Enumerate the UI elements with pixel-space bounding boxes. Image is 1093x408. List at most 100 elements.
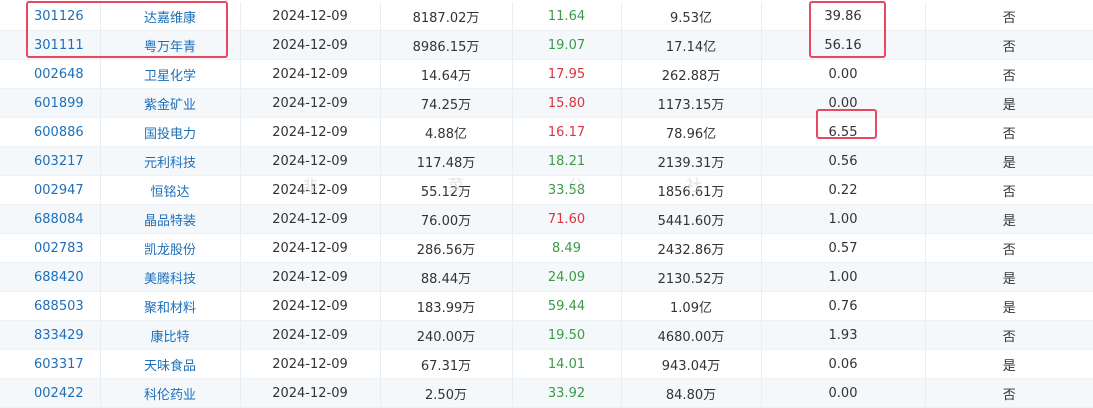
stock-name-link[interactable]: 卫星化学 [144, 69, 196, 84]
cell-col5: 19.50 [512, 320, 622, 350]
cell-col5: 71.60 [512, 204, 622, 234]
cell-stock-name[interactable]: 晶品特装 [100, 204, 241, 234]
cell-stock-name[interactable]: 元利科技 [100, 146, 241, 176]
cell-col5: 11.64 [512, 2, 622, 31]
stock-name-link[interactable]: 美腾科技 [144, 272, 196, 287]
stock-name-link[interactable]: 聚和材料 [144, 301, 196, 316]
table-row[interactable]: 688420 美腾科技 2024-12-09 88.44万 24.09 2130.52万 1… [0, 262, 1093, 292]
stock-name-link[interactable]: 凯龙股份 [144, 243, 196, 258]
cell-stock-name[interactable]: 天味食品 [100, 349, 241, 379]
cell-stock-name[interactable]: 恒铭达 [100, 175, 241, 205]
cell-col7: 0.00 [761, 59, 926, 89]
cell-stock-name[interactable]: 紫金矿业 [100, 88, 241, 118]
cell-col4: 67.31万 [380, 349, 513, 379]
cell-date: 2024-12-09 [240, 204, 381, 234]
cell-stock-code[interactable]: 301126 [0, 2, 101, 31]
cell-col8: 是 [925, 349, 1093, 379]
cell-stock-code[interactable]: 301111 [0, 30, 101, 60]
cell-col7: 0.76 [761, 291, 926, 321]
cell-stock-code[interactable]: 688084 [0, 204, 101, 234]
cell-stock-code[interactable]: 002783 [0, 233, 101, 263]
stock-name-link[interactable]: 达嘉维康 [144, 11, 196, 26]
stock-code-link[interactable]: 833429 [34, 328, 84, 343]
stock-code-link[interactable]: 601899 [34, 96, 84, 111]
table-row[interactable]: 603217 元利科技 2024-12-09 117.48万 18.21 2139.31万… [0, 146, 1093, 176]
cell-col7: 1.93 [761, 320, 926, 350]
cell-col8: 是 [925, 146, 1093, 176]
cell-stock-code[interactable]: 002422 [0, 378, 101, 408]
cell-col8: 否 [925, 2, 1093, 31]
cell-col5: 17.95 [512, 59, 622, 89]
cell-stock-code[interactable]: 002648 [0, 59, 101, 89]
cell-col6: 1856.61万 [621, 175, 762, 205]
stock-name-link[interactable]: 晶品特装 [144, 214, 196, 229]
cell-col8: 否 [925, 175, 1093, 205]
cell-col7: 56.16 [761, 30, 926, 60]
cell-col4: 4.88亿 [380, 117, 513, 147]
stock-code-link[interactable]: 603317 [34, 357, 84, 372]
stock-name-link[interactable]: 元利科技 [144, 156, 196, 171]
stock-code-link[interactable]: 603217 [34, 154, 84, 169]
cell-col7: 0.06 [761, 349, 926, 379]
cell-stock-name[interactable]: 卫星化学 [100, 59, 241, 89]
cell-stock-name[interactable]: 美腾科技 [100, 262, 241, 292]
cell-stock-name[interactable]: 康比特 [100, 320, 241, 350]
cell-col7: 1.00 [761, 262, 926, 292]
stock-code-link[interactable]: 301126 [34, 9, 84, 24]
cell-stock-code[interactable]: 601899 [0, 88, 101, 118]
table-row[interactable]: 002947 恒铭达 2024-12-09 55.12万 33.58 1856.61万 0.… [0, 175, 1093, 205]
cell-col8: 是 [925, 204, 1093, 234]
cell-stock-name[interactable]: 聚和材料 [100, 291, 241, 321]
cell-stock-name[interactable]: 国投电力 [100, 117, 241, 147]
stock-code-link[interactable]: 688503 [34, 299, 84, 314]
cell-col6: 2139.31万 [621, 146, 762, 176]
stock-name-link[interactable]: 恒铭达 [150, 185, 189, 200]
cell-stock-code[interactable]: 688420 [0, 262, 101, 292]
cell-stock-code[interactable]: 603317 [0, 349, 101, 379]
stock-code-link[interactable]: 002947 [34, 183, 84, 198]
cell-col6: 4680.00万 [621, 320, 762, 350]
cell-col7: 0.00 [761, 88, 926, 118]
stock-code-link[interactable]: 002648 [34, 67, 84, 82]
table-row[interactable]: 002648 卫星化学 2024-12-09 14.64万 17.95 262.88万 0.… [0, 59, 1093, 89]
cell-stock-code[interactable]: 002947 [0, 175, 101, 205]
table-row[interactable]: 002422 科伦药业 2024-12-09 2.50万 33.92 84.80万 0.00… [0, 378, 1093, 408]
cell-col7: 1.00 [761, 204, 926, 234]
stock-code-link[interactable]: 002783 [34, 241, 84, 256]
table-row[interactable]: 601899 紫金矿业 2024-12-09 74.25万 15.80 1173.15万 0… [0, 88, 1093, 118]
stock-name-link[interactable]: 天味食品 [144, 359, 196, 374]
cell-stock-name[interactable]: 科伦药业 [100, 378, 241, 408]
table-row[interactable]: 600886 国投电力 2024-12-09 4.88亿 16.17 78.96亿 6.55… [0, 117, 1093, 147]
table-row[interactable]: 301126 达嘉维康 2024-12-09 8187.02万 11.64 9.53亿 39… [0, 2, 1093, 31]
table-row[interactable]: 688503 聚和材料 2024-12-09 183.99万 59.44 1.09亿 0.7… [0, 291, 1093, 321]
cell-col7: 0.22 [761, 175, 926, 205]
stock-code-link[interactable]: 688084 [34, 212, 84, 227]
stock-code-link[interactable]: 002422 [34, 386, 84, 401]
cell-col7: 0.00 [761, 378, 926, 408]
cell-stock-name[interactable]: 达嘉维康 [100, 2, 241, 31]
table-row[interactable]: 301111 粤万年青 2024-12-09 8986.15万 19.07 17.14亿 5… [0, 30, 1093, 60]
cell-col8: 否 [925, 59, 1093, 89]
stock-name-link[interactable]: 紫金矿业 [144, 98, 196, 113]
cell-stock-code[interactable]: 688503 [0, 291, 101, 321]
stock-code-link[interactable]: 600886 [34, 125, 84, 140]
stock-name-link[interactable]: 粤万年青 [144, 40, 196, 55]
cell-stock-name[interactable]: 粤万年青 [100, 30, 241, 60]
stock-name-link[interactable]: 康比特 [150, 330, 189, 345]
stock-name-link[interactable]: 国投电力 [144, 127, 196, 142]
cell-date: 2024-12-09 [240, 233, 381, 263]
cell-stock-code[interactable]: 833429 [0, 320, 101, 350]
cell-stock-code[interactable]: 603217 [0, 146, 101, 176]
table-row[interactable]: 002783 凯龙股份 2024-12-09 286.56万 8.49 2432.86万 0… [0, 233, 1093, 263]
cell-stock-name[interactable]: 凯龙股份 [100, 233, 241, 263]
table-row[interactable]: 603317 天味食品 2024-12-09 67.31万 14.01 943.04万 0.… [0, 349, 1093, 379]
stock-code-link[interactable]: 301111 [34, 38, 84, 53]
table-row[interactable]: 688084 晶品特装 2024-12-09 76.00万 71.60 5441.60万 1… [0, 204, 1093, 234]
stock-code-link[interactable]: 688420 [34, 270, 84, 285]
table-row[interactable]: 833429 康比特 2024-12-09 240.00万 19.50 4680.00万 1… [0, 320, 1093, 350]
cell-stock-code[interactable]: 600886 [0, 117, 101, 147]
cell-col8: 否 [925, 378, 1093, 408]
stock-name-link[interactable]: 科伦药业 [144, 388, 196, 403]
cell-col6: 2432.86万 [621, 233, 762, 263]
cell-col6: 1173.15万 [621, 88, 762, 118]
